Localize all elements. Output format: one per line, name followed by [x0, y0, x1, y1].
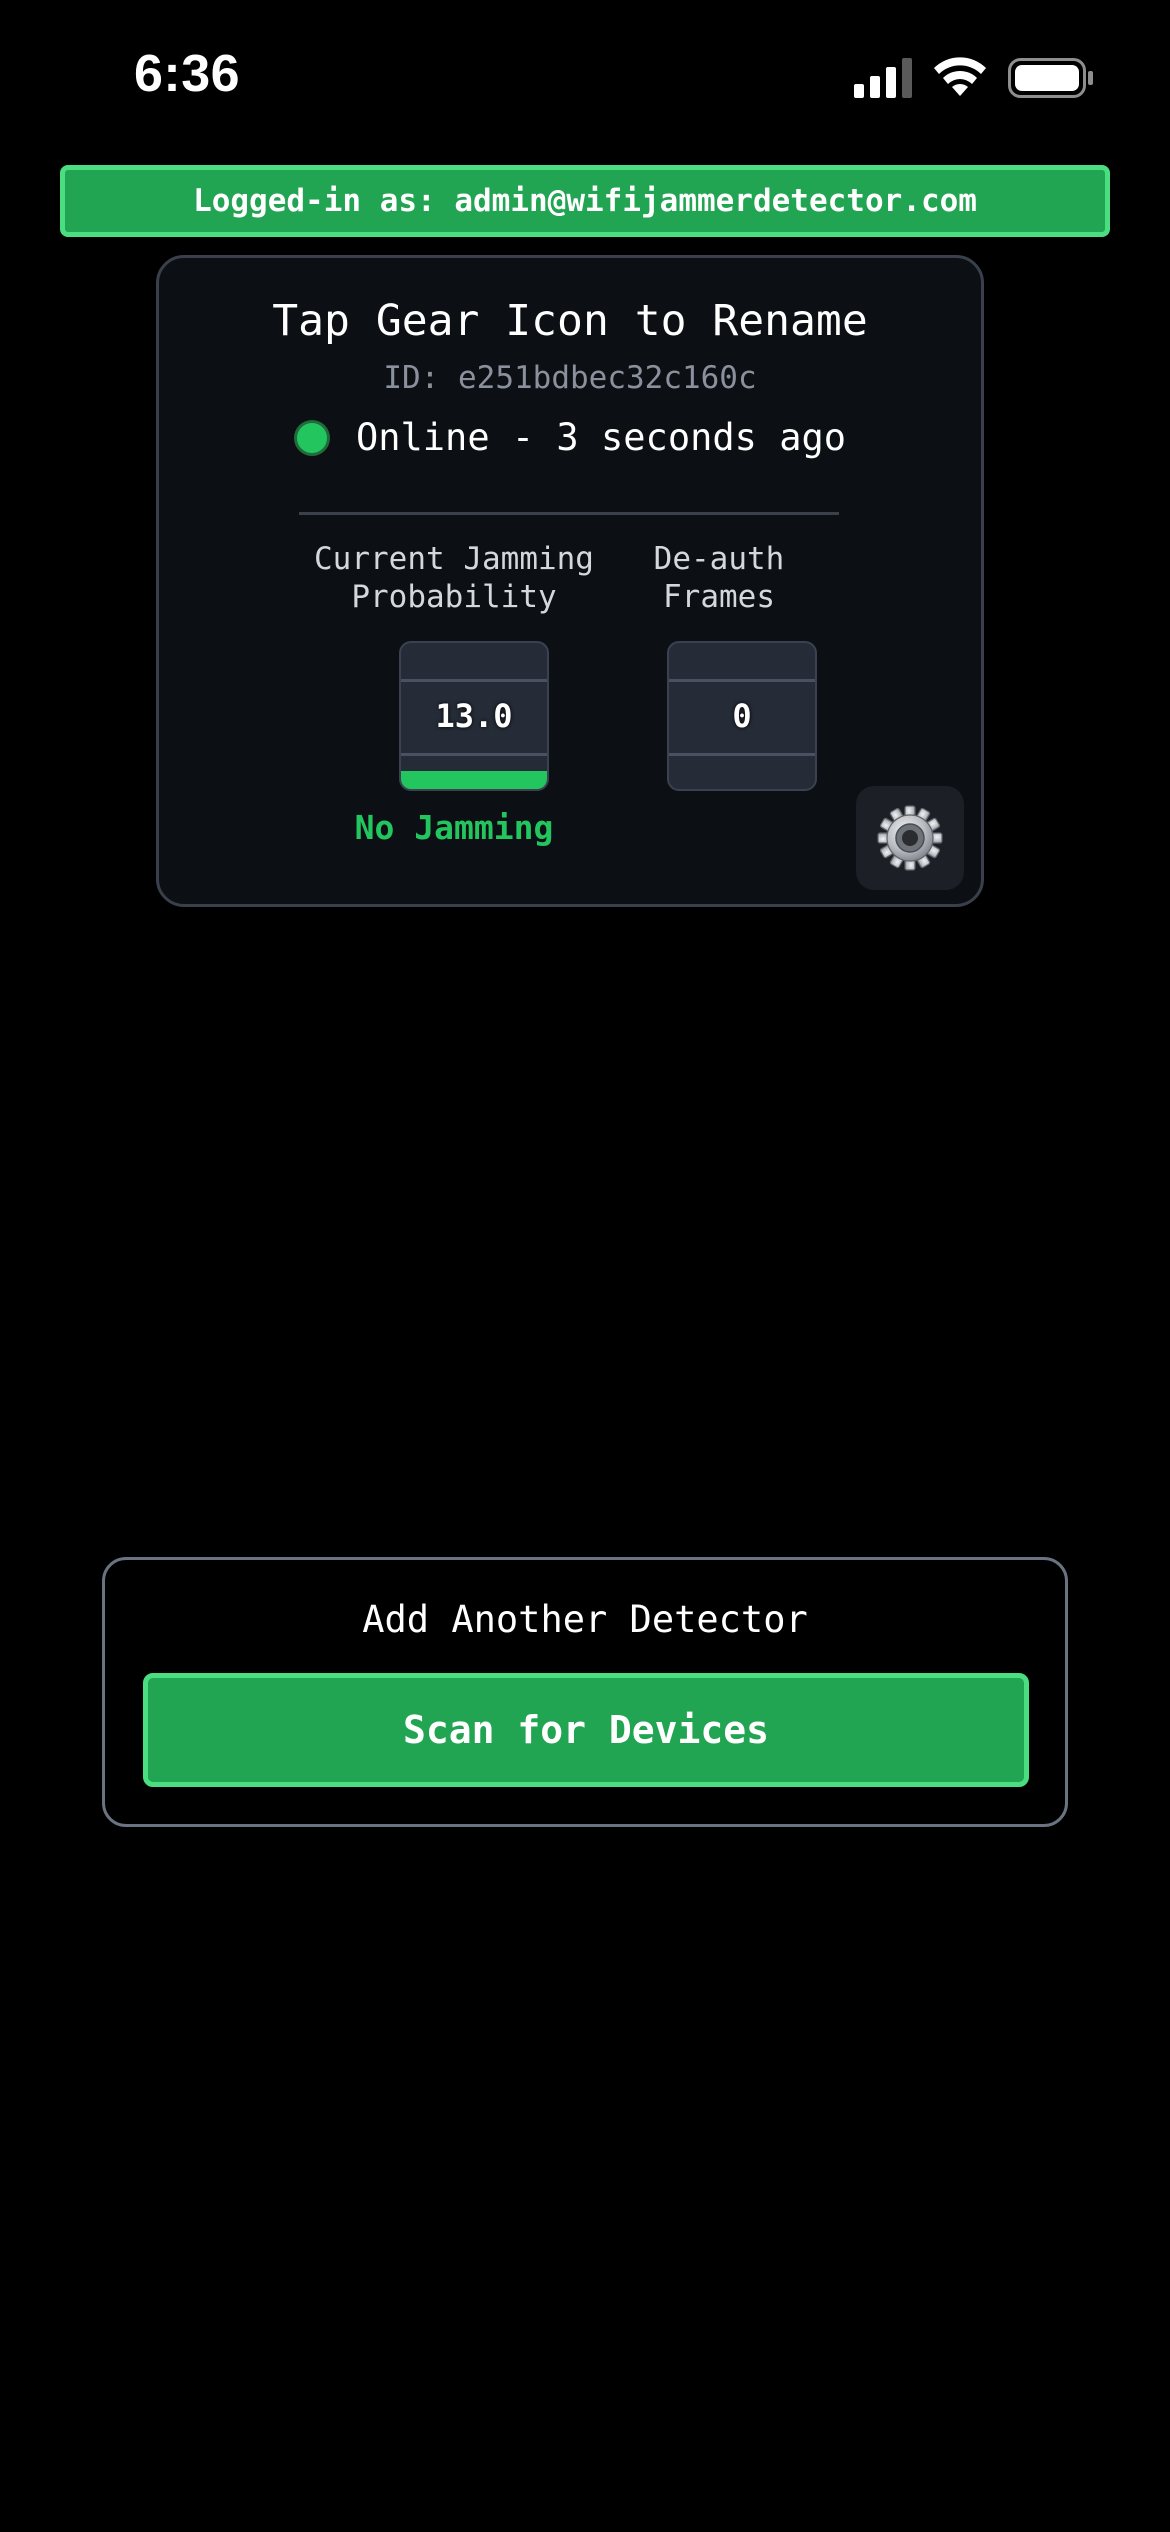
divider — [299, 512, 839, 515]
deauth-frames-label: De-auth Frames — [653, 541, 785, 615]
device-title: Tap Gear Icon to Rename — [272, 296, 868, 346]
gear-icon — [877, 805, 943, 871]
add-detector-title: Add Another Detector — [362, 1598, 808, 1641]
device-id: ID: e251bdbec32c160c — [383, 360, 757, 396]
jamming-probability-label: Current Jamming Probability — [314, 541, 594, 615]
jamming-status-bar — [401, 771, 547, 789]
online-indicator-dot — [293, 419, 330, 456]
scan-for-devices-button[interactable]: Scan for Devices — [143, 1673, 1029, 1787]
jamming-probability-value: 13.0 — [435, 697, 513, 735]
deauth-frames-value: 0 — [732, 697, 752, 735]
wifi-icon — [934, 57, 986, 96]
online-status-text: Online - 3 seconds ago — [355, 416, 847, 459]
online-status: Online - 3 seconds ago — [159, 416, 981, 459]
deauth-frames-display: 0 — [667, 641, 817, 791]
login-text: Logged-in as: admin@wifijammerdetector.c… — [193, 183, 977, 219]
jamming-probability-display: 13.0 — [399, 641, 549, 791]
cellular-signal-icon — [854, 58, 912, 98]
status-time: 6:36 — [134, 45, 241, 103]
jamming-status-text: No Jamming — [354, 808, 554, 847]
settings-button[interactable] — [856, 786, 964, 890]
login-banner: Logged-in as: admin@wifijammerdetector.c… — [60, 165, 1110, 237]
status-bar: 6:36 — [0, 0, 1170, 150]
device-card: Tap Gear Icon to Rename ID: e251bdbec32c… — [156, 255, 984, 907]
battery-icon — [1008, 58, 1093, 98]
add-detector-card: Add Another Detector Scan for Devices — [102, 1557, 1068, 1827]
